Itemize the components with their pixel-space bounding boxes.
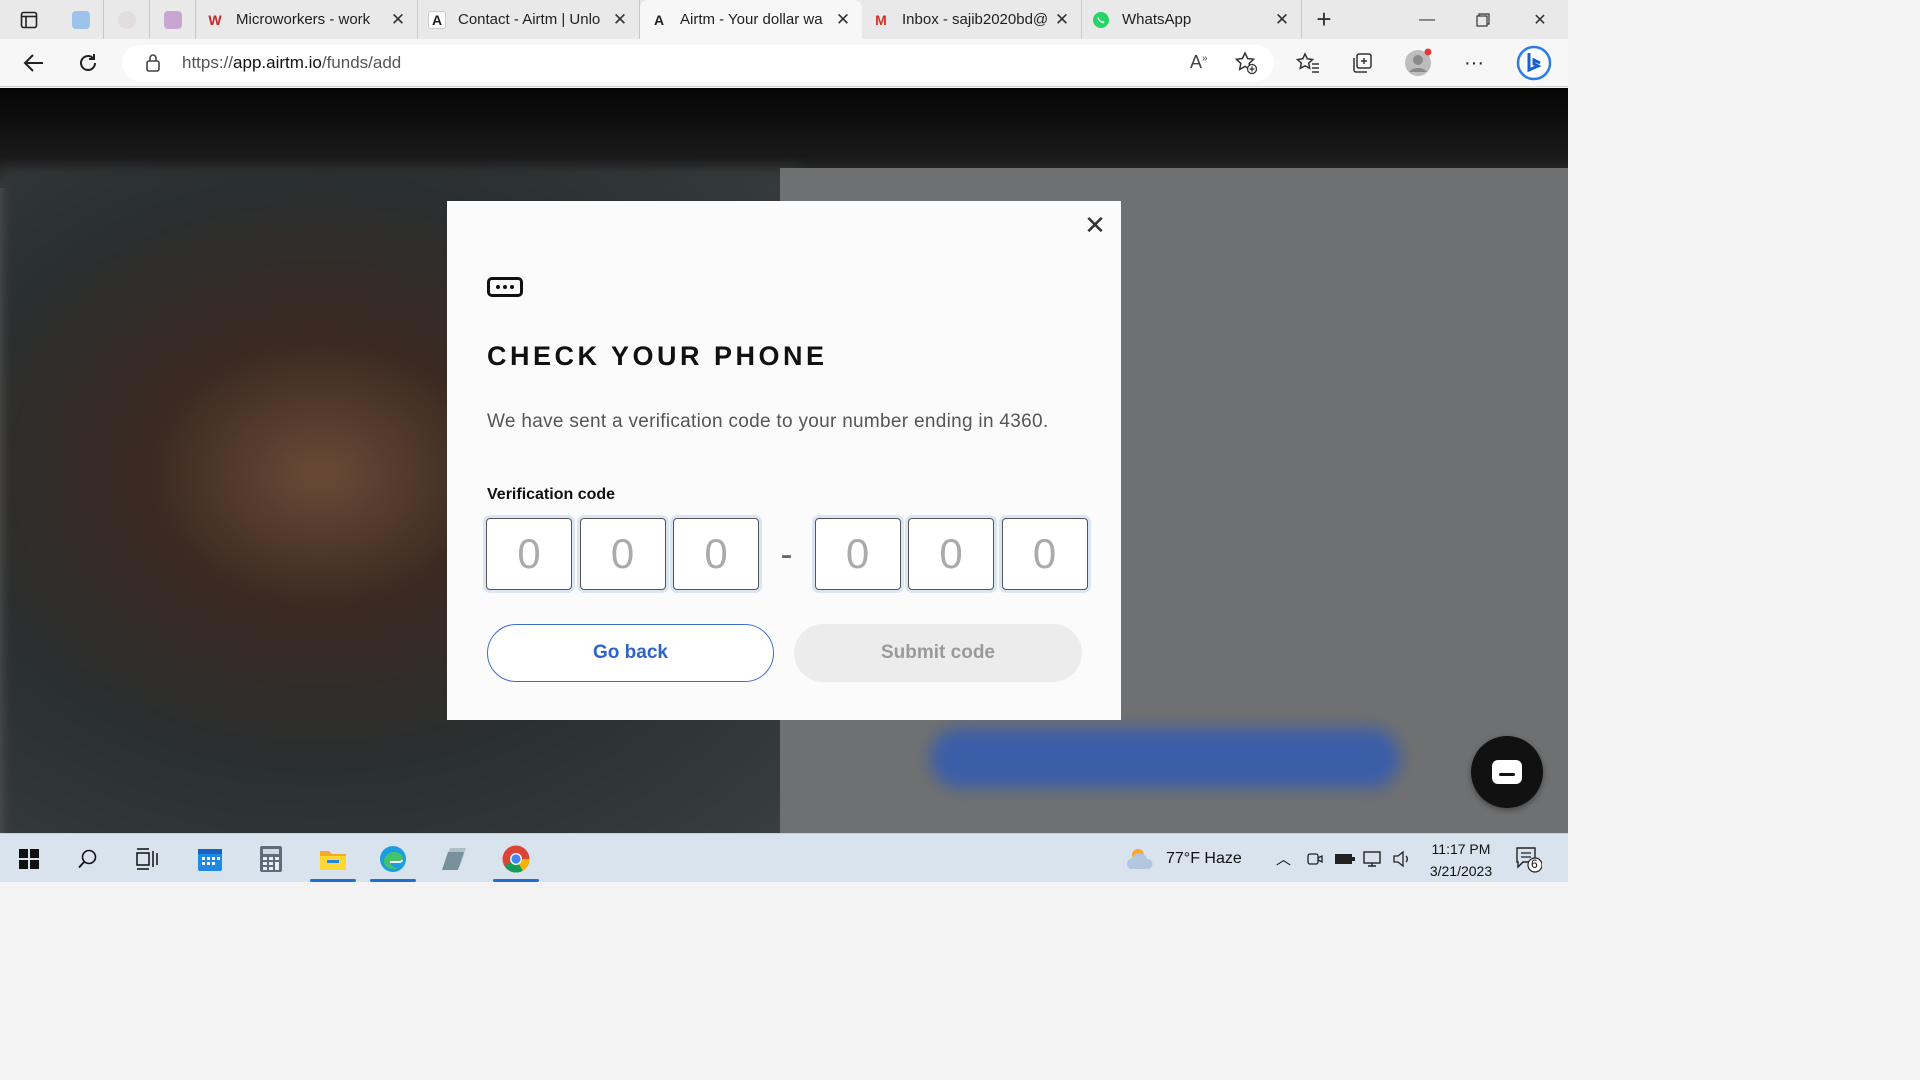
meet-now-icon[interactable] <box>1306 834 1324 883</box>
tab-title: WhatsApp <box>1122 11 1192 28</box>
code-digit-2[interactable]: 0 <box>579 518 666 590</box>
notifications-icon[interactable]: 6 <box>1514 834 1542 883</box>
edge-browser-icon[interactable] <box>368 834 418 883</box>
tab-close-icon[interactable]: ✕ <box>1273 10 1291 30</box>
clock-date: 3/21/2023 <box>1429 863 1493 879</box>
pinned-tab-icon <box>163 10 182 29</box>
partly-cloudy-icon <box>1127 848 1153 869</box>
url-path: /funds/add <box>321 53 402 72</box>
tab-close-icon[interactable]: ✕ <box>611 10 629 30</box>
verification-code-inputs: 0 0 0 - 0 0 0 <box>486 518 1088 590</box>
tab-actions-icon[interactable] <box>0 0 58 39</box>
tab-title: Inbox - sajib2020bd@ <box>902 11 1047 28</box>
back-arrow-icon[interactable] <box>18 48 50 78</box>
sms-message-icon <box>487 277 523 297</box>
code-digit-6[interactable]: 0 <box>1001 518 1088 590</box>
network-icon[interactable] <box>1362 834 1384 883</box>
modal-description: We have sent a verification code to your… <box>487 411 1049 432</box>
bing-chat-icon[interactable] <box>1514 45 1554 81</box>
tab-close-icon[interactable]: ✕ <box>389 10 407 30</box>
address-bar: https://app.airtm.io/funds/add A» ··· <box>0 39 1568 87</box>
show-hidden-icons-icon[interactable]: ︿ <box>1276 834 1291 883</box>
tab-airtm-active[interactable]: A Airtm - Your dollar wa ✕ <box>640 0 862 39</box>
task-view-icon[interactable] <box>122 834 172 883</box>
restore-icon[interactable] <box>1455 0 1511 39</box>
pinned-tab-1[interactable] <box>58 0 104 39</box>
tab-whatsapp[interactable]: WhatsApp ✕ <box>1082 0 1302 39</box>
airtm-icon: A <box>428 10 446 29</box>
tab-title: Airtm - Your dollar wa <box>680 11 823 28</box>
background-button <box>930 728 1400 788</box>
chrome-browser-icon[interactable] <box>491 834 541 883</box>
tab-close-icon[interactable]: ✕ <box>1053 10 1071 30</box>
new-tab-icon[interactable]: + <box>1302 0 1346 39</box>
url-host: app.airtm.io <box>233 53 322 72</box>
notes-app-icon[interactable] <box>429 834 479 883</box>
add-favorite-icon[interactable] <box>1234 51 1258 80</box>
profile-avatar-icon[interactable] <box>1402 48 1434 78</box>
weather-widget[interactable]: 77°F Haze <box>1124 834 1242 883</box>
code-digit-4[interactable]: 0 <box>814 518 901 590</box>
file-explorer-icon[interactable] <box>308 834 358 883</box>
url-prefix: https:// <box>182 53 234 72</box>
windows-taskbar: 77°F Haze ︿ 11:17 PM 3/21/2023 6 <box>0 833 1568 882</box>
verification-code-label: Verification code <box>487 486 616 503</box>
airtm-icon: A <box>653 11 665 28</box>
more-options-icon[interactable]: ··· <box>1458 48 1490 78</box>
tab-title: Microworkers - work <box>236 11 371 28</box>
battery-icon[interactable] <box>1334 834 1356 883</box>
close-icon[interactable]: ✕ <box>1083 212 1107 238</box>
chat-bubble-icon <box>1492 760 1522 784</box>
lock-icon[interactable] <box>144 53 162 78</box>
modal-title: CHECK YOUR PHONE <box>487 341 828 371</box>
code-digit-1[interactable]: 0 <box>486 518 572 590</box>
read-aloud-icon[interactable]: A» <box>1190 52 1208 73</box>
tab-close-icon[interactable]: ✕ <box>834 10 852 30</box>
pinned-tab-2[interactable] <box>104 0 150 39</box>
microworkers-icon: W <box>208 11 222 28</box>
search-icon[interactable] <box>63 834 113 883</box>
pinned-tab-icon <box>71 10 90 29</box>
tab-gmail-inbox[interactable]: M Inbox - sajib2020bd@ ✕ <box>862 0 1082 39</box>
pinned-tab-icon <box>117 10 136 29</box>
page-background: ✕ CHECK YOUR PHONE We have sent a verifi… <box>0 88 1568 833</box>
url-text: https://app.airtm.io/funds/add <box>182 53 401 73</box>
code-digit-5[interactable]: 0 <box>908 518 994 590</box>
tab-microworkers[interactable]: W Microworkers - work ✕ <box>196 0 418 39</box>
taskbar-clock[interactable]: 11:17 PM 3/21/2023 <box>1420 838 1502 882</box>
notification-count: 6 <box>1531 857 1538 871</box>
go-back-button[interactable]: Go back <box>487 624 774 682</box>
whatsapp-icon <box>1092 11 1110 29</box>
windows-start-icon[interactable] <box>4 834 54 883</box>
weather-text: 77°F Haze <box>1166 849 1242 867</box>
browser-tab-bar: W Microworkers - work ✕ A Contact - Airt… <box>0 0 1568 39</box>
calculator-icon[interactable] <box>246 834 296 883</box>
tab-title: Contact - Airtm | Unlo <box>458 11 601 28</box>
chat-support-button[interactable] <box>1471 736 1543 808</box>
calendar-app-icon[interactable] <box>185 834 235 883</box>
url-field[interactable]: https://app.airtm.io/funds/add A» <box>122 45 1274 81</box>
submit-code-button[interactable]: Submit code <box>794 624 1082 682</box>
refresh-icon[interactable] <box>72 48 104 78</box>
minimize-icon[interactable]: — <box>1399 0 1455 39</box>
code-digit-3[interactable]: 0 <box>673 518 759 590</box>
volume-icon[interactable] <box>1392 834 1412 883</box>
window-close-icon[interactable]: ✕ <box>1512 0 1568 39</box>
tab-contact-airtm[interactable]: A Contact - Airtm | Unlo ✕ <box>418 0 640 39</box>
favorites-icon[interactable] <box>1292 48 1324 78</box>
code-separator: - <box>780 533 793 574</box>
gmail-icon: M <box>875 11 887 28</box>
clock-time: 11:17 PM <box>1431 841 1491 857</box>
pinned-tab-3[interactable] <box>150 0 196 39</box>
verification-modal: ✕ CHECK YOUR PHONE We have sent a verifi… <box>447 201 1121 720</box>
collections-icon[interactable] <box>1346 48 1378 78</box>
